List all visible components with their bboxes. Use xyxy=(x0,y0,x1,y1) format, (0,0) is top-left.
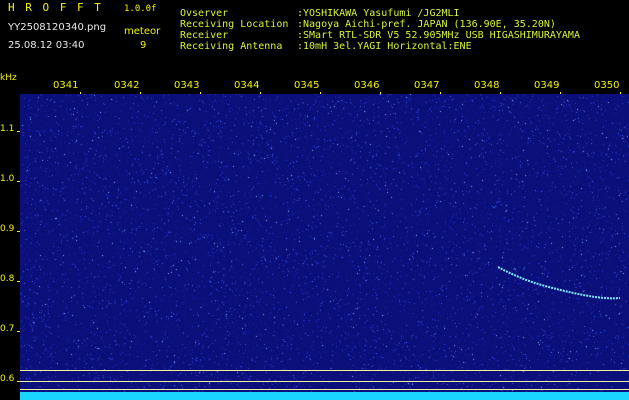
y-tick-label: 0.6 xyxy=(0,374,15,384)
x-tick-label: 0347 xyxy=(414,80,440,91)
x-tick-label: 0349 xyxy=(534,80,560,91)
spectrogram-window: H R O F F T 1.0.0f YY2508120340.png 25.0… xyxy=(0,0,629,400)
x-tick-label: 0341 xyxy=(53,80,79,91)
x-tick-label: 0350 xyxy=(594,80,620,91)
y-tick-label: 0.8 xyxy=(0,274,15,284)
meteor-label: meteor xyxy=(124,26,161,37)
meteor-trail xyxy=(497,266,621,300)
antenna-value: :10mH 3el.YAGI Horizontal:ENE xyxy=(297,41,472,52)
x-tick-label: 0344 xyxy=(234,80,260,91)
x-tick-label: 0343 xyxy=(174,80,200,91)
app-title: H R O F F T xyxy=(8,1,103,14)
y-tick-label: 0.9 xyxy=(0,224,15,234)
y-tick-label: 1.0 xyxy=(0,174,15,184)
x-tick-label: 0345 xyxy=(294,80,320,91)
meteor-count: 9 xyxy=(140,40,147,51)
reference-line xyxy=(20,370,629,371)
filename: YY2508120340.png xyxy=(8,22,107,33)
x-tick-label: 0342 xyxy=(114,80,140,91)
reference-line xyxy=(20,381,629,382)
app-version: 1.0.0f xyxy=(124,4,157,14)
timestamp: 25.08.12 03:40 xyxy=(8,40,85,51)
reference-line xyxy=(20,389,629,390)
y-tick-label: 1.1 xyxy=(0,124,15,134)
antenna-label: Receiving Antenna xyxy=(180,41,283,52)
x-tick-label: 0346 xyxy=(354,80,380,91)
y-tick-label: 0.7 xyxy=(0,324,15,334)
y-axis-unit: kHz xyxy=(0,73,17,83)
level-strip xyxy=(20,392,629,400)
x-tick-label: 0348 xyxy=(474,80,500,91)
